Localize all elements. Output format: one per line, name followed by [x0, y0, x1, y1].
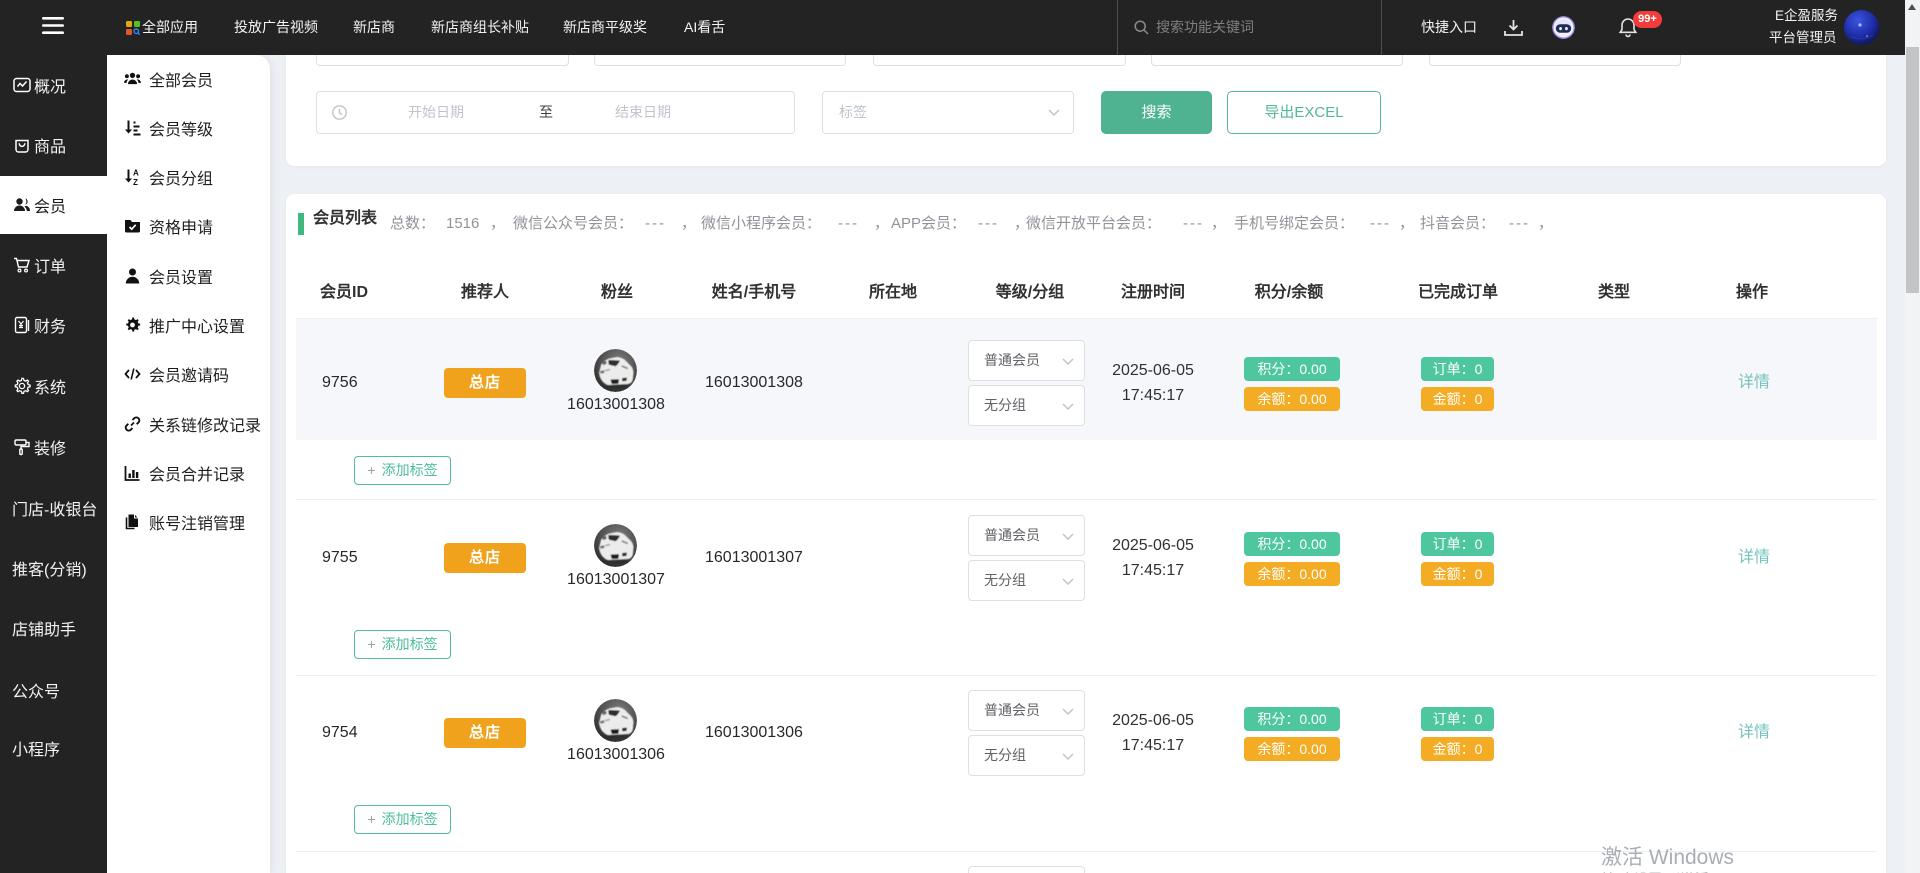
svg-text:Z: Z [133, 178, 138, 186]
svg-text:A: A [133, 169, 139, 178]
